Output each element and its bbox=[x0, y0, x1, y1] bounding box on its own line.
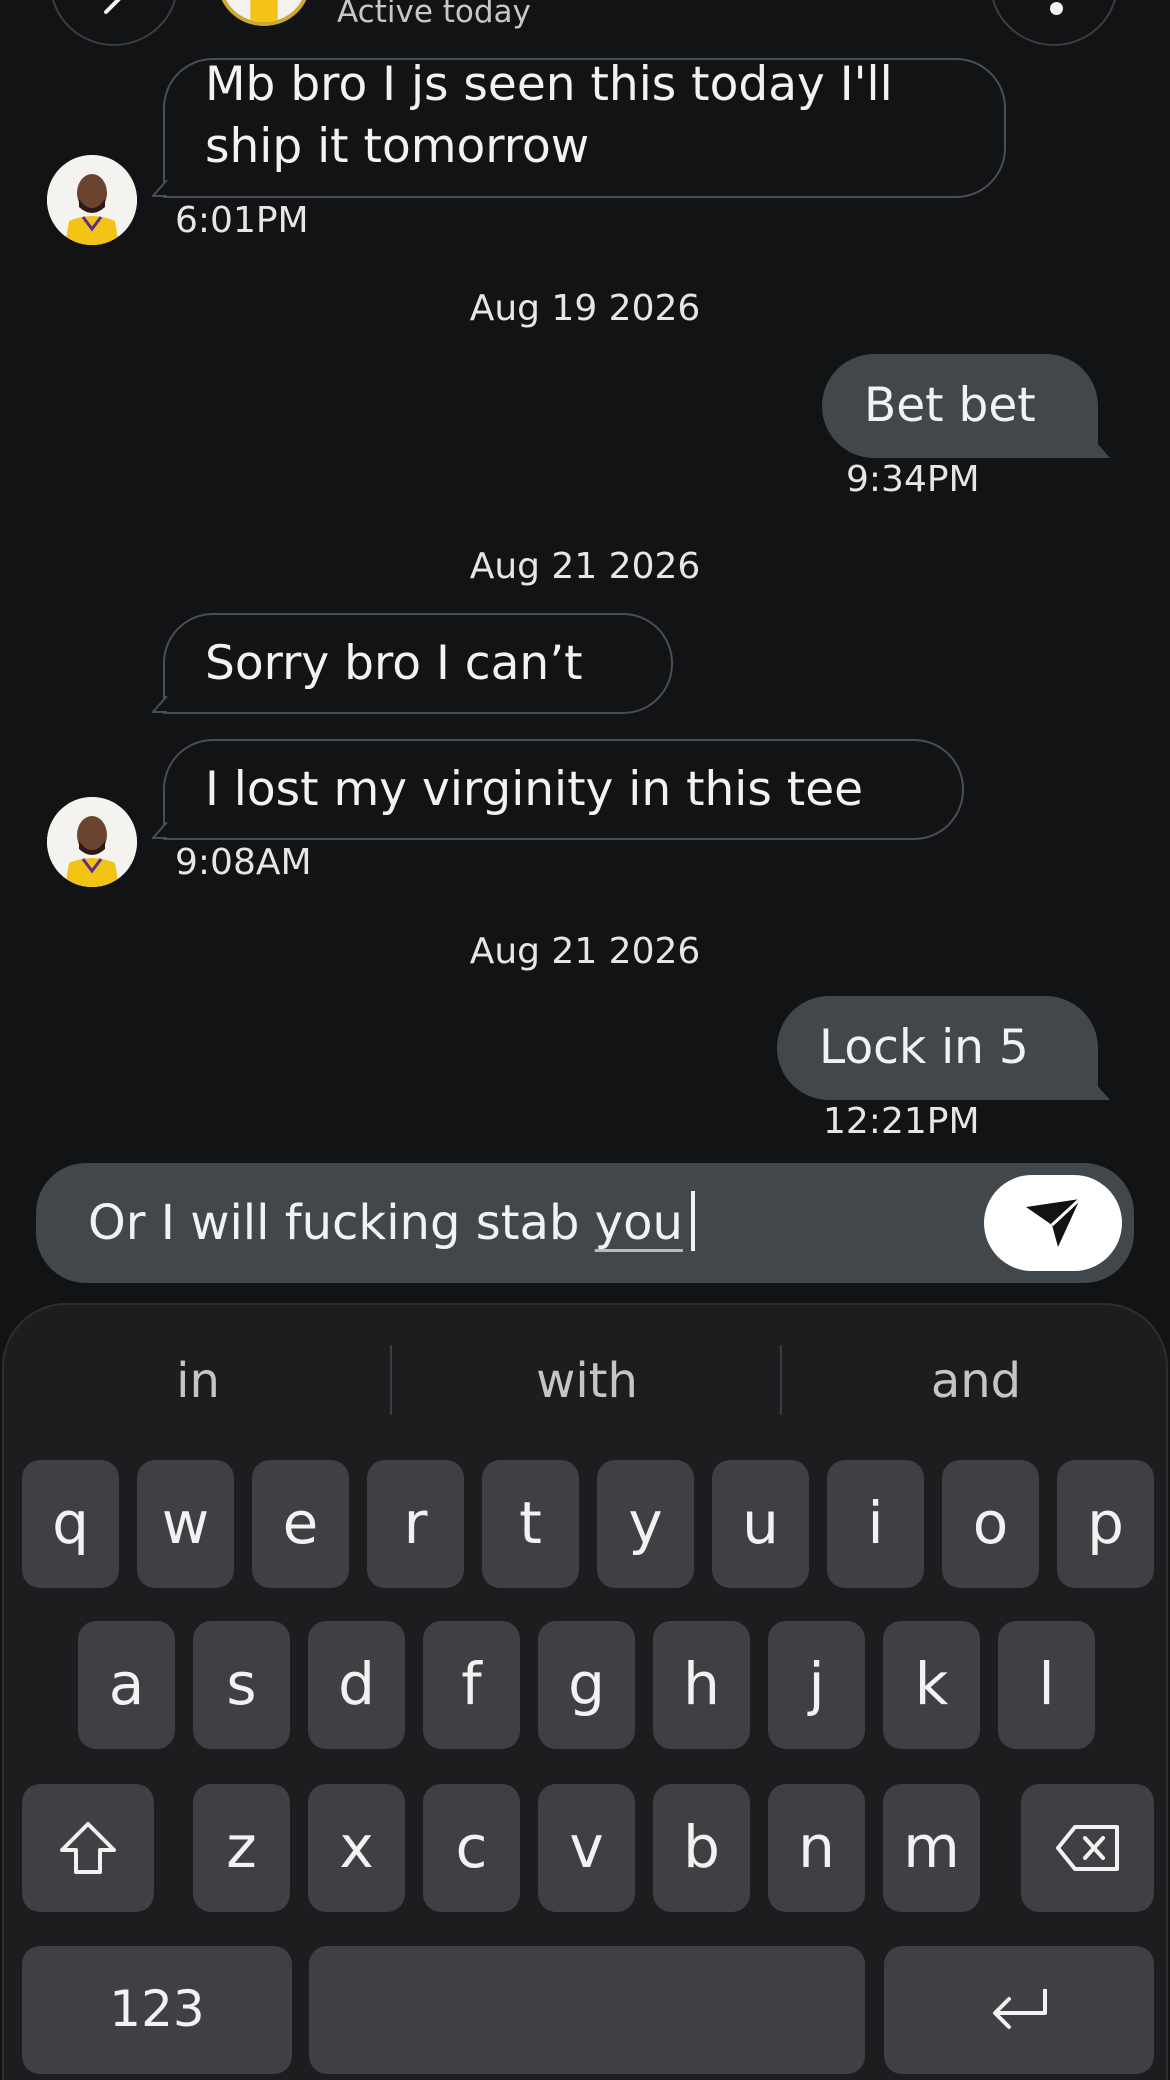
bubble-tail bbox=[152, 180, 168, 197]
more-options-button[interactable] bbox=[990, 0, 1118, 46]
message-text: I lost my virginity in this tee bbox=[205, 762, 864, 817]
message-text: Sorry bro I can’t bbox=[205, 636, 583, 691]
key-s[interactable]: s bbox=[193, 1621, 290, 1749]
key-f[interactable]: f bbox=[423, 1621, 520, 1749]
key-w[interactable]: w bbox=[137, 1460, 234, 1588]
back-button[interactable] bbox=[50, 0, 178, 46]
contact-avatar[interactable] bbox=[47, 155, 137, 245]
key-i[interactable]: i bbox=[827, 1460, 924, 1588]
message-text-line: Mb bro I js seen this today I'll bbox=[205, 57, 893, 112]
outgoing-message-bubble[interactable]: Bet bet bbox=[822, 354, 1110, 458]
key-g[interactable]: g bbox=[538, 1621, 635, 1749]
chevron-left-icon bbox=[104, 0, 121, 14]
key-a[interactable]: a bbox=[78, 1621, 175, 1749]
key-e[interactable]: e bbox=[252, 1460, 349, 1588]
send-button[interactable] bbox=[984, 1175, 1122, 1271]
key-d[interactable]: d bbox=[308, 1621, 405, 1749]
typed-text: Or I will fucking stab bbox=[88, 1195, 595, 1251]
key-v[interactable]: v bbox=[538, 1784, 635, 1912]
key-c[interactable]: c bbox=[423, 1784, 520, 1912]
person-avatar-image bbox=[47, 155, 137, 245]
key-m[interactable]: m bbox=[883, 1784, 980, 1912]
message-timestamp: 9:08AM bbox=[175, 842, 312, 883]
more-vertical-icon bbox=[1050, 2, 1063, 15]
key-q[interactable]: q bbox=[22, 1460, 119, 1588]
suggestion-item[interactable]: and bbox=[782, 1345, 1170, 1417]
bubble-tail bbox=[1096, 442, 1110, 458]
contact-avatar[interactable] bbox=[47, 797, 137, 887]
bubble-tail bbox=[152, 696, 168, 713]
suggestion-divider bbox=[390, 1345, 392, 1415]
person-avatar-image bbox=[47, 797, 137, 887]
date-separator: Aug 19 2026 bbox=[469, 288, 701, 329]
key-p[interactable]: p bbox=[1057, 1460, 1154, 1588]
key-h[interactable]: h bbox=[653, 1621, 750, 1749]
shift-key[interactable] bbox=[22, 1784, 154, 1912]
message-text-line: ship it tomorrow bbox=[205, 119, 590, 174]
space-key[interactable] bbox=[309, 1946, 865, 2074]
shift-icon bbox=[60, 1822, 116, 1874]
key-n[interactable]: n bbox=[768, 1784, 865, 1912]
contact-avatar[interactable] bbox=[218, 0, 310, 26]
key-r[interactable]: r bbox=[367, 1460, 464, 1588]
person-avatar-image bbox=[223, 0, 305, 22]
on-screen-keyboard: in with and q w e r t y u i o p a s d f … bbox=[2, 1303, 1168, 2080]
key-u[interactable]: u bbox=[712, 1460, 809, 1588]
key-b[interactable]: b bbox=[653, 1784, 750, 1912]
backspace-key[interactable] bbox=[1021, 1784, 1154, 1912]
incoming-message-bubble[interactable]: Sorry bro I can’t bbox=[152, 613, 673, 714]
date-separator: Aug 21 2026 bbox=[469, 931, 701, 972]
bubble-tail bbox=[152, 822, 168, 839]
message-input[interactable]: Or I will fucking stab you bbox=[36, 1163, 1134, 1283]
key-l[interactable]: l bbox=[998, 1621, 1095, 1749]
message-text: Lock in 5 bbox=[819, 1020, 1029, 1075]
message-timestamp: 12:21PM bbox=[823, 1101, 980, 1142]
outgoing-message-bubble[interactable]: Lock in 5 bbox=[777, 996, 1110, 1100]
key-y[interactable]: y bbox=[597, 1460, 694, 1588]
key-t[interactable]: t bbox=[482, 1460, 579, 1588]
key-x[interactable]: x bbox=[308, 1784, 405, 1912]
suggestion-item[interactable]: with bbox=[393, 1345, 781, 1417]
key-k[interactable]: k bbox=[883, 1621, 980, 1749]
key-o[interactable]: o bbox=[942, 1460, 1039, 1588]
key-j[interactable]: j bbox=[768, 1621, 865, 1749]
key-z[interactable]: z bbox=[193, 1784, 290, 1912]
date-separator: Aug 21 2026 bbox=[469, 546, 701, 587]
composing-word: you bbox=[594, 1195, 683, 1251]
message-timestamp: 6:01PM bbox=[175, 200, 309, 241]
message-input-text[interactable]: Or I will fucking stab you bbox=[88, 1191, 695, 1254]
text-cursor bbox=[690, 1191, 695, 1251]
contact-status: Active today bbox=[337, 0, 531, 30]
numbers-key[interactable]: 123 bbox=[22, 1946, 292, 2074]
suggestion-strip: in with and bbox=[4, 1345, 1170, 1417]
suggestion-item[interactable]: in bbox=[4, 1345, 392, 1417]
message-text: Bet bet bbox=[864, 378, 1036, 433]
bubble-tail bbox=[1096, 1084, 1110, 1100]
message-timestamp: 9:34PM bbox=[846, 459, 980, 500]
incoming-message-bubble[interactable]: I lost my virginity in this tee bbox=[152, 739, 964, 840]
send-icon bbox=[1026, 1197, 1082, 1247]
enter-icon bbox=[993, 1989, 1047, 2029]
enter-key[interactable] bbox=[884, 1946, 1154, 2074]
incoming-message-bubble[interactable]: Mb bro I js seen this today I'll ship it… bbox=[152, 57, 1006, 198]
backspace-icon bbox=[1055, 1825, 1119, 1871]
